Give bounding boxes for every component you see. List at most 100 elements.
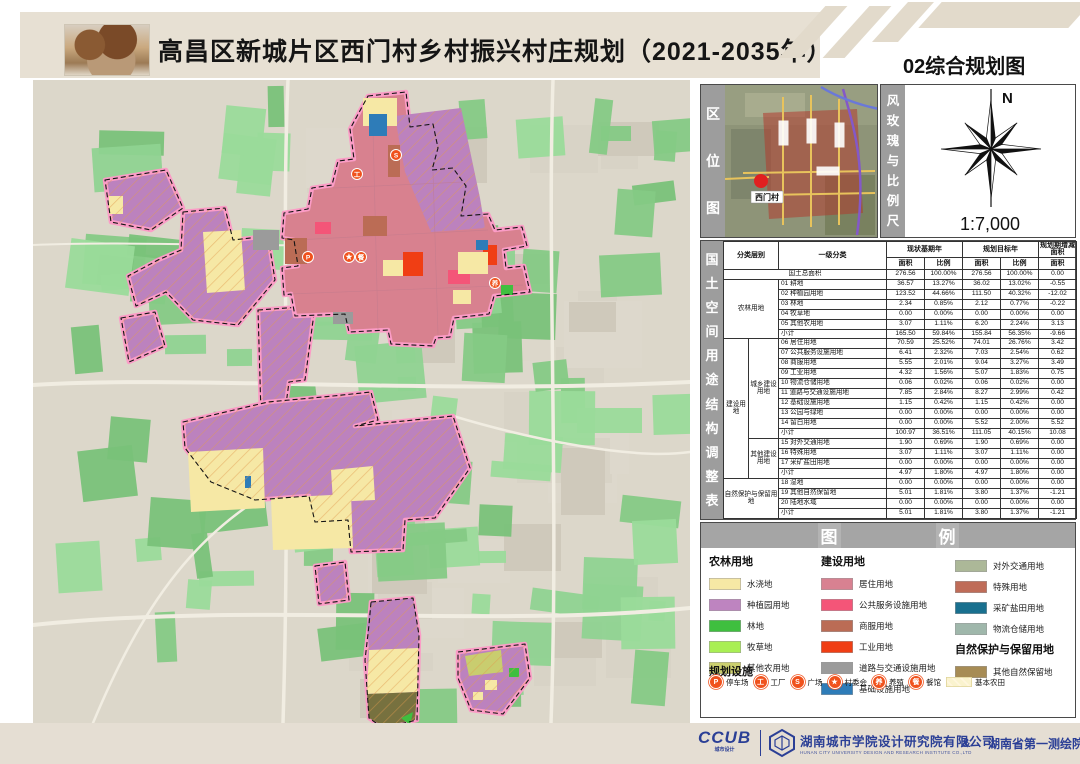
field-patch — [478, 551, 506, 563]
legend-item: 采矿盐田用地 — [955, 597, 1073, 618]
field-patch — [471, 593, 490, 614]
page: 高昌区新城片区西门村乡村振兴村庄规划（2021-2035年） 02综合规划图 — [0, 0, 1080, 764]
field-patch — [65, 238, 135, 296]
map-shape — [501, 285, 513, 295]
partner-name: 湖南省第一测绘院 — [988, 735, 1080, 752]
category-cell: 04 牧草地 — [779, 309, 887, 319]
category-cell: 16 特殊用地 — [779, 449, 887, 459]
location-map-svg: 西门村 — [725, 85, 877, 237]
sidebar-char: 空 — [705, 301, 718, 314]
value-cell: 111.05 — [963, 429, 1001, 439]
urban-patch — [561, 448, 605, 515]
legend-label: 公共服务设施用地 — [859, 599, 927, 611]
sidebar-char: 图 — [706, 201, 720, 215]
category-cell: 13 公园与绿地 — [779, 409, 887, 419]
location-map-sidebar: 区位图 — [701, 85, 725, 237]
value-cell: 7.85 — [887, 389, 925, 399]
value-cell: 0.00 — [1039, 498, 1077, 508]
value-cell: 5.52 — [963, 419, 1001, 429]
category-cell: 07 公共服务设施用地 — [779, 349, 887, 359]
sidebar-char: 风 — [887, 95, 900, 108]
subgroup-cell: 城乡建设用地 — [749, 339, 779, 439]
value-cell: 3.42 — [1039, 339, 1077, 349]
value-cell: 4.97 — [887, 469, 925, 479]
urban-patch — [569, 302, 616, 332]
logo-divider — [760, 730, 761, 756]
element: 例 — [936, 523, 959, 548]
category-cell: 小计 — [779, 329, 887, 339]
element: 面积 — [887, 257, 925, 269]
category-cell: 17 采矿盐田用地 — [779, 459, 887, 469]
value-cell: -12.02 — [1039, 289, 1077, 299]
legend-item: 公共服务设施用地 — [821, 594, 953, 615]
value-cell: -1.21 — [1039, 489, 1077, 499]
group-cell: 自然保护与保留用地 — [724, 479, 779, 519]
logo-hexagon — [768, 728, 796, 758]
value-cell: 2.12 — [963, 299, 1001, 309]
sidebar-char: 调 — [705, 446, 718, 459]
facility-item: 工工厂 — [754, 675, 786, 689]
sidebar-char: 例 — [887, 195, 900, 208]
value-cell: 36.02 — [963, 279, 1001, 289]
value-cell: 0.00 — [963, 409, 1001, 419]
value-cell: 0.00 — [963, 479, 1001, 489]
legend-label: 林地 — [747, 620, 764, 632]
value-cell: 3.07 — [887, 319, 925, 329]
category-cell: 06 居住用地 — [779, 339, 887, 349]
field-patch — [478, 504, 512, 536]
main-map: S工P★餐养 — [33, 80, 690, 723]
value-cell: 3.13 — [1039, 319, 1077, 329]
value-cell: 0.00 — [1039, 449, 1077, 459]
value-cell: 0.06 — [963, 379, 1001, 389]
value-cell: -0.22 — [1039, 299, 1077, 309]
field-patch — [186, 579, 212, 610]
value-cell: 0.00 — [1039, 399, 1077, 409]
legend-label: 水浇地 — [747, 578, 773, 590]
legend-swatch — [955, 581, 987, 593]
legend-swatch — [955, 560, 987, 572]
facility-label: 餐馆 — [926, 677, 941, 688]
category-cell: 12 基础设施用地 — [779, 399, 887, 409]
group-cell: 农林用地 — [724, 279, 779, 339]
value-cell: 5.07 — [963, 369, 1001, 379]
value-cell: 4.97 — [963, 469, 1001, 479]
value-cell: 56.35% — [1001, 329, 1039, 339]
element: 分类层别 — [724, 242, 779, 270]
value-cell: -0.55 — [1039, 279, 1077, 289]
element: 图 — [818, 523, 841, 548]
legend-swatch — [821, 620, 853, 632]
legend-swatch — [821, 599, 853, 611]
element: 国土总面积276.56100.00%276.56100.00%0.00农林用地0… — [724, 269, 1077, 518]
location-map-image: 西门村 — [725, 85, 877, 237]
category-cell: 小计 — [779, 469, 887, 479]
value-cell: 0.00% — [925, 409, 963, 419]
value-cell: 1.56% — [925, 369, 963, 379]
mixed-parcel-southwest — [365, 598, 419, 723]
element: 规划目标年 — [963, 242, 1039, 258]
field-patch — [652, 117, 690, 154]
field-patch — [268, 86, 285, 127]
value-cell: 100.97 — [887, 429, 925, 439]
停车场-marker: P — [303, 252, 314, 263]
legend-label: 特殊用地 — [993, 581, 1027, 593]
value-cell: 40.32% — [1001, 289, 1039, 299]
value-cell: 1.37% — [1001, 489, 1039, 499]
value-cell: 0.00 — [963, 459, 1001, 469]
legend-label: 商服用地 — [859, 620, 893, 632]
map-shape — [476, 240, 488, 250]
legend-item: 水浇地 — [709, 573, 817, 594]
value-cell: 0.00% — [925, 479, 963, 489]
value-cell: 0.00 — [1039, 379, 1077, 389]
value-cell: 2.24% — [1001, 319, 1039, 329]
村委会-icon: ★ — [828, 675, 842, 689]
value-cell: 40.15% — [1001, 429, 1039, 439]
value-cell: 3.27% — [1001, 359, 1039, 369]
sidebar-char: 用 — [705, 349, 718, 362]
category-cell: 14 留白用地 — [779, 419, 887, 429]
facility-label: 基本农田 — [975, 677, 1005, 688]
table-row: 其他建设用地15 对外交通用地1.900.69%1.900.69%0.00 — [724, 439, 1077, 449]
category-cell: 05 其他农用地 — [779, 319, 887, 329]
餐馆-marker-glyph: 餐 — [357, 253, 365, 262]
table-row: 自然保护与保留用地18 湿地0.000.00%0.000.00%0.00 — [724, 479, 1077, 489]
value-cell: 0.85% — [925, 299, 963, 309]
